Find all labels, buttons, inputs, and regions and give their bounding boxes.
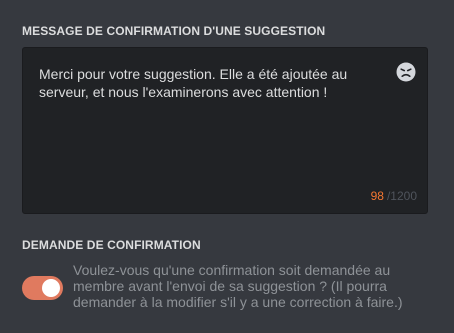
confirmation-toggle-description: Voulez-vous qu'une confirmation soit dem… bbox=[73, 262, 403, 310]
message-section-title: MESSAGE DE CONFIRMATION D'UNE SUGGESTION bbox=[22, 24, 326, 38]
confirmation-section-title: DEMANDE DE CONFIRMATION bbox=[22, 238, 201, 252]
emoji-picker-icon[interactable] bbox=[396, 62, 416, 82]
toggle-knob bbox=[42, 279, 60, 297]
character-count-current: 98 bbox=[370, 189, 384, 203]
confirmation-message-text[interactable]: Merci pour votre suggestion. Elle a été … bbox=[39, 65, 389, 101]
confirmation-message-textarea[interactable]: Merci pour votre suggestion. Elle a été … bbox=[22, 47, 428, 214]
confirmation-toggle[interactable] bbox=[22, 276, 63, 300]
character-count-max: /1200 bbox=[386, 189, 417, 203]
character-counter: 98/1200 bbox=[371, 189, 417, 203]
